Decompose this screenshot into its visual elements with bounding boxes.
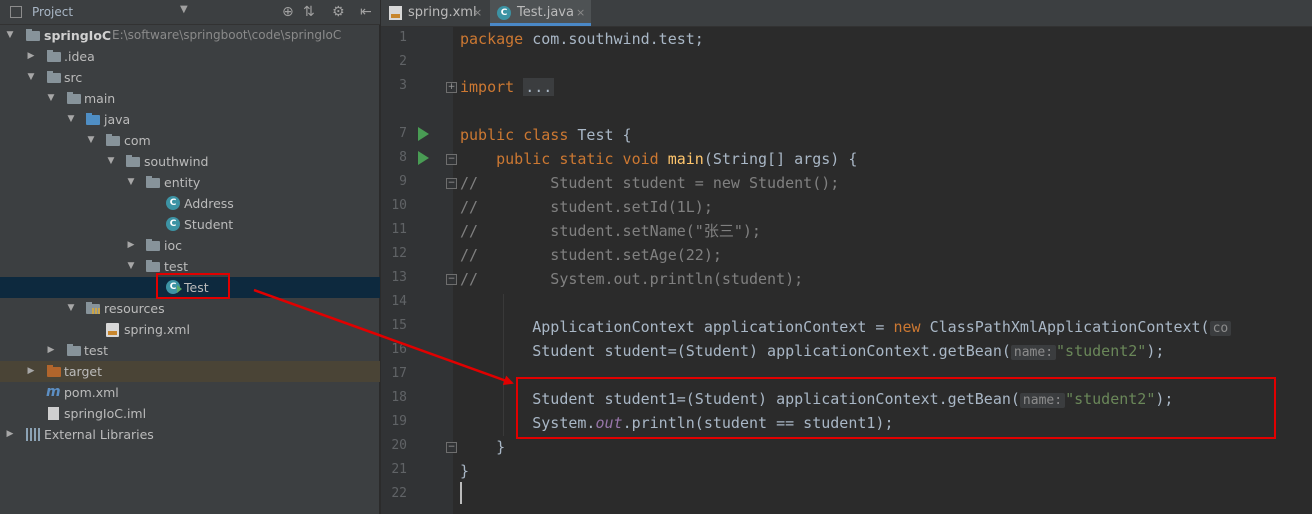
annotation-arrow — [253, 288, 514, 385]
arrow-line — [253, 288, 514, 385]
